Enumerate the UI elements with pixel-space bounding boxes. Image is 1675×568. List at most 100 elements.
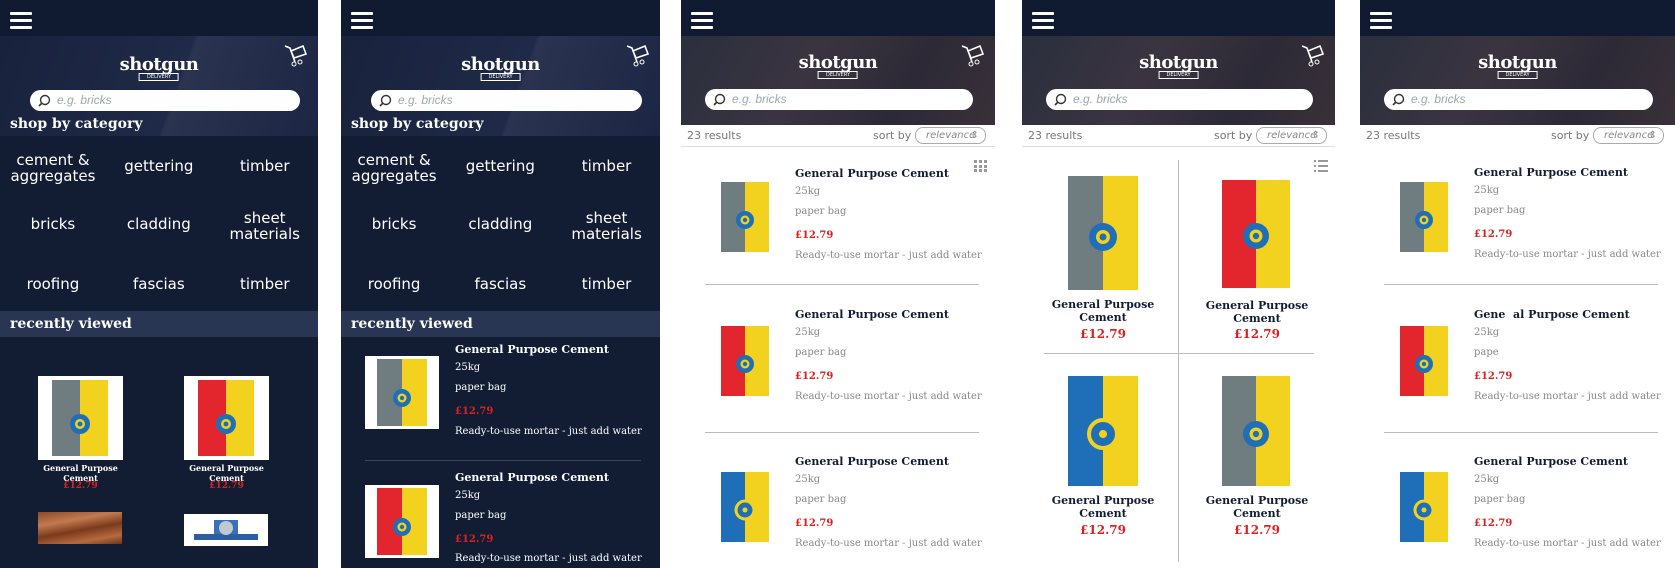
screen-results-list: shotgun DELIVERY e.g. bricks 23 results s…: [681, 0, 995, 568]
category-cladding[interactable]: cladding: [447, 216, 553, 232]
category-sheet-materials[interactable]: sheet materials: [553, 210, 659, 242]
product-image[interactable]: [1218, 176, 1294, 292]
search-input[interactable]: e.g. bricks: [371, 90, 642, 111]
logo[interactable]: shotgun DELIVERY: [799, 52, 878, 79]
category-timber-2[interactable]: timber: [212, 276, 318, 292]
product-price: £12.79: [1474, 371, 1513, 382]
product-title[interactable]: General Purpose Cement: [1474, 455, 1628, 468]
product-description: Ready-to-use mortar - just add water: [795, 538, 982, 549]
hamburger-menu-icon[interactable]: [351, 12, 373, 30]
product-title[interactable]: General Purpose Cement: [1198, 494, 1316, 520]
product-weight: 25kg: [795, 186, 821, 197]
category-roofing[interactable]: roofing: [341, 276, 447, 292]
screen-home-grid: shotgun DELIVERY e.g. bricks shop by cate…: [0, 0, 318, 568]
product-image[interactable]: [717, 178, 773, 256]
product-image[interactable]: [1396, 468, 1452, 546]
product-title[interactable]: Gene al Purpose Cement: [1474, 308, 1630, 321]
category-timber-2[interactable]: timber: [553, 276, 659, 292]
product-title[interactable]: General Purpose Cement: [38, 463, 123, 483]
search-input[interactable]: e.g. bricks: [705, 89, 973, 110]
product-image[interactable]: [38, 376, 123, 460]
category-cement[interactable]: cement & aggregates: [0, 152, 106, 184]
category-gettering[interactable]: gettering: [447, 158, 553, 174]
product-title[interactable]: General Purpose Cement: [455, 471, 609, 484]
category-timber[interactable]: timber: [553, 158, 659, 174]
logo[interactable]: shotgun DELIVERY: [461, 54, 540, 81]
category-cladding[interactable]: cladding: [106, 216, 212, 232]
product-image[interactable]: [365, 485, 439, 558]
cart-icon[interactable]: [282, 42, 308, 68]
section-title: shop by category: [351, 116, 484, 132]
list-divider: [1384, 432, 1658, 433]
cart-icon[interactable]: [1299, 42, 1325, 68]
product-title[interactable]: General Purpose Cement: [1474, 166, 1628, 179]
top-bar: [0, 0, 318, 36]
product-title[interactable]: General Purpose Cement: [1044, 494, 1162, 520]
product-title[interactable]: General Purpose Cement: [455, 343, 609, 356]
product-image[interactable]: [717, 468, 773, 546]
product-image[interactable]: [184, 376, 269, 460]
hero-banner: shotgun DELIVERY e.g. bricks: [1022, 36, 1335, 125]
category-sheet-materials[interactable]: sheet materials: [212, 210, 318, 242]
category-roofing[interactable]: roofing: [0, 276, 106, 292]
product-image[interactable]: [1396, 178, 1452, 256]
product-title[interactable]: General Purpose Cement: [1198, 299, 1316, 325]
grid-divider: [1178, 160, 1179, 562]
top-bar: [1360, 0, 1675, 36]
screen-results-list-2: shotgun DELIVERY e.g. bricks 23 results s…: [1360, 0, 1675, 568]
logo[interactable]: shotgun DELIVERY: [120, 54, 199, 81]
cart-icon[interactable]: [959, 42, 985, 68]
search-input[interactable]: e.g. bricks: [30, 90, 300, 111]
category-bricks[interactable]: bricks: [0, 216, 106, 232]
category-fascias[interactable]: fascias: [106, 276, 212, 292]
category-gettering[interactable]: gettering: [106, 158, 212, 174]
hamburger-menu-icon[interactable]: [10, 12, 32, 30]
category-bricks[interactable]: bricks: [341, 216, 447, 232]
product-description: Ready-to-use mortar - just add water: [1474, 391, 1661, 402]
search-input[interactable]: e.g. bricks: [1384, 89, 1653, 110]
cart-icon[interactable]: [624, 42, 650, 68]
product-image[interactable]: [365, 356, 439, 429]
hamburger-menu-icon[interactable]: [1370, 12, 1392, 30]
product-image[interactable]: [1396, 322, 1452, 400]
product-image-timber[interactable]: [38, 512, 122, 544]
grid-view-icon[interactable]: [974, 160, 988, 172]
hamburger-menu-icon[interactable]: [691, 12, 713, 30]
screen-home-list: shotgun DELIVERY e.g. bricks shop by cate…: [341, 0, 660, 568]
search-input[interactable]: e.g. bricks: [1046, 89, 1313, 110]
sort-select[interactable]: relevance ⇕: [915, 127, 986, 144]
logo[interactable]: shotgun DELIVERY: [1478, 52, 1557, 79]
product-title[interactable]: General Purpose Cement: [1044, 298, 1162, 324]
product-description: Ready-to-use mortar - just add water: [795, 250, 982, 261]
logo[interactable]: shotgun DELIVERY: [1139, 52, 1218, 79]
list-view-icon[interactable]: [1314, 160, 1328, 172]
product-image[interactable]: [1064, 372, 1142, 490]
product-title[interactable]: General Purpose Cement: [795, 308, 949, 321]
hamburger-menu-icon[interactable]: [1032, 12, 1054, 30]
recently-viewed-header: recently viewed: [0, 311, 318, 337]
category-cement[interactable]: cement & aggregates: [341, 152, 447, 184]
hero-banner: shotgun DELIVERY e.g. bricks: [681, 36, 995, 125]
product-title[interactable]: General Purpose Cement: [795, 167, 949, 180]
top-bar: [681, 0, 995, 36]
product-title[interactable]: General Purpose Cement: [795, 455, 949, 468]
list-divider: [705, 432, 979, 433]
product-title[interactable]: General Purpose Cement: [184, 463, 269, 483]
product-price: £12.79: [209, 481, 244, 491]
product-image-saw[interactable]: [184, 514, 268, 546]
product-packaging: paper bag: [455, 382, 507, 393]
product-image[interactable]: [1218, 372, 1294, 490]
product-image[interactable]: [717, 322, 773, 400]
product-packaging: paper bag: [455, 510, 507, 521]
product-description: Ready-to-use mortar - just add water: [795, 391, 982, 402]
search-icon: [379, 94, 392, 107]
grid-divider: [1044, 353, 1314, 354]
category-fascias[interactable]: fascias: [447, 276, 553, 292]
product-description: Ready-to-use mortar - just add water: [455, 426, 642, 437]
sort-select[interactable]: relevance ⇕: [1256, 127, 1327, 144]
product-price: £12.79: [455, 534, 494, 545]
product-packaging: paper bag: [795, 494, 847, 505]
sort-select[interactable]: relevance ⇕: [1593, 127, 1664, 144]
category-timber[interactable]: timber: [212, 158, 318, 174]
product-image[interactable]: [1064, 172, 1142, 294]
